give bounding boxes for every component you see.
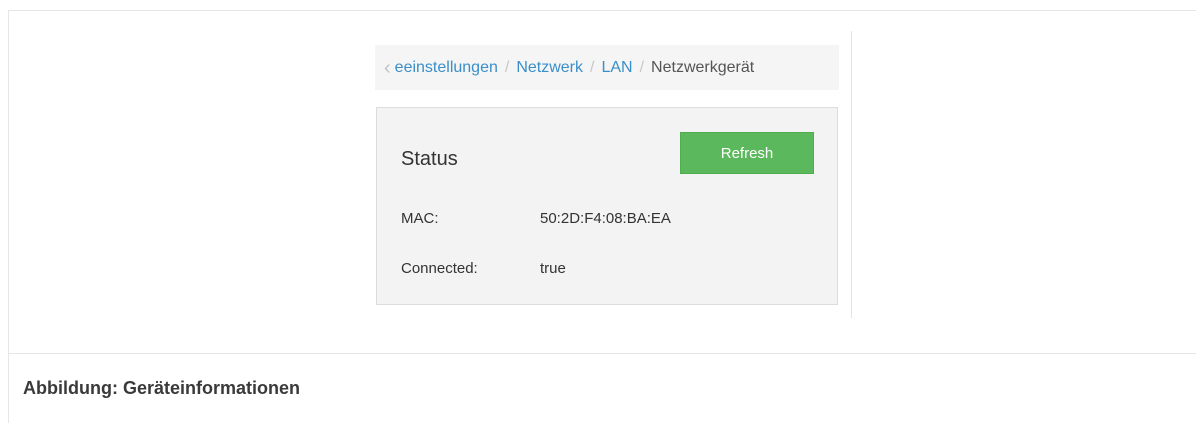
breadcrumb-item-lan[interactable]: LAN <box>601 59 632 77</box>
mac-label: MAC: <box>401 210 439 227</box>
breadcrumb-separator: / <box>639 58 645 76</box>
figure-caption: Abbildung: Geräteinformationen <box>23 378 300 398</box>
mac-value: 50:2D:F4:08:BA:EA <box>540 210 671 227</box>
status-panel: Status Refresh MAC: 50:2D:F4:08:BA:EA Co… <box>376 107 838 305</box>
panel-title: Status <box>401 148 458 170</box>
breadcrumb-item-network[interactable]: Netzwerk <box>516 59 583 77</box>
breadcrumb-separator: / <box>504 58 510 76</box>
breadcrumb-separator: / <box>590 58 595 76</box>
chevron-left-icon[interactable]: ‹ <box>384 58 391 78</box>
breadcrumb: ‹ eeinstellungen / Netzwerk / LAN / Netz… <box>375 45 839 90</box>
breadcrumb-item-settings[interactable]: eeinstellungen <box>395 59 498 77</box>
screenshot-area: ‹ eeinstellungen / Netzwerk / LAN / Netz… <box>9 11 1196 354</box>
connected-value: true <box>540 260 566 277</box>
divider <box>851 31 852 318</box>
refresh-button[interactable]: Refresh <box>680 132 814 174</box>
connected-label: Connected: <box>401 260 478 277</box>
figure-frame: ‹ eeinstellungen / Netzwerk / LAN / Netz… <box>8 10 1196 423</box>
breadcrumb-current: Netzwerkgerät <box>651 58 755 76</box>
